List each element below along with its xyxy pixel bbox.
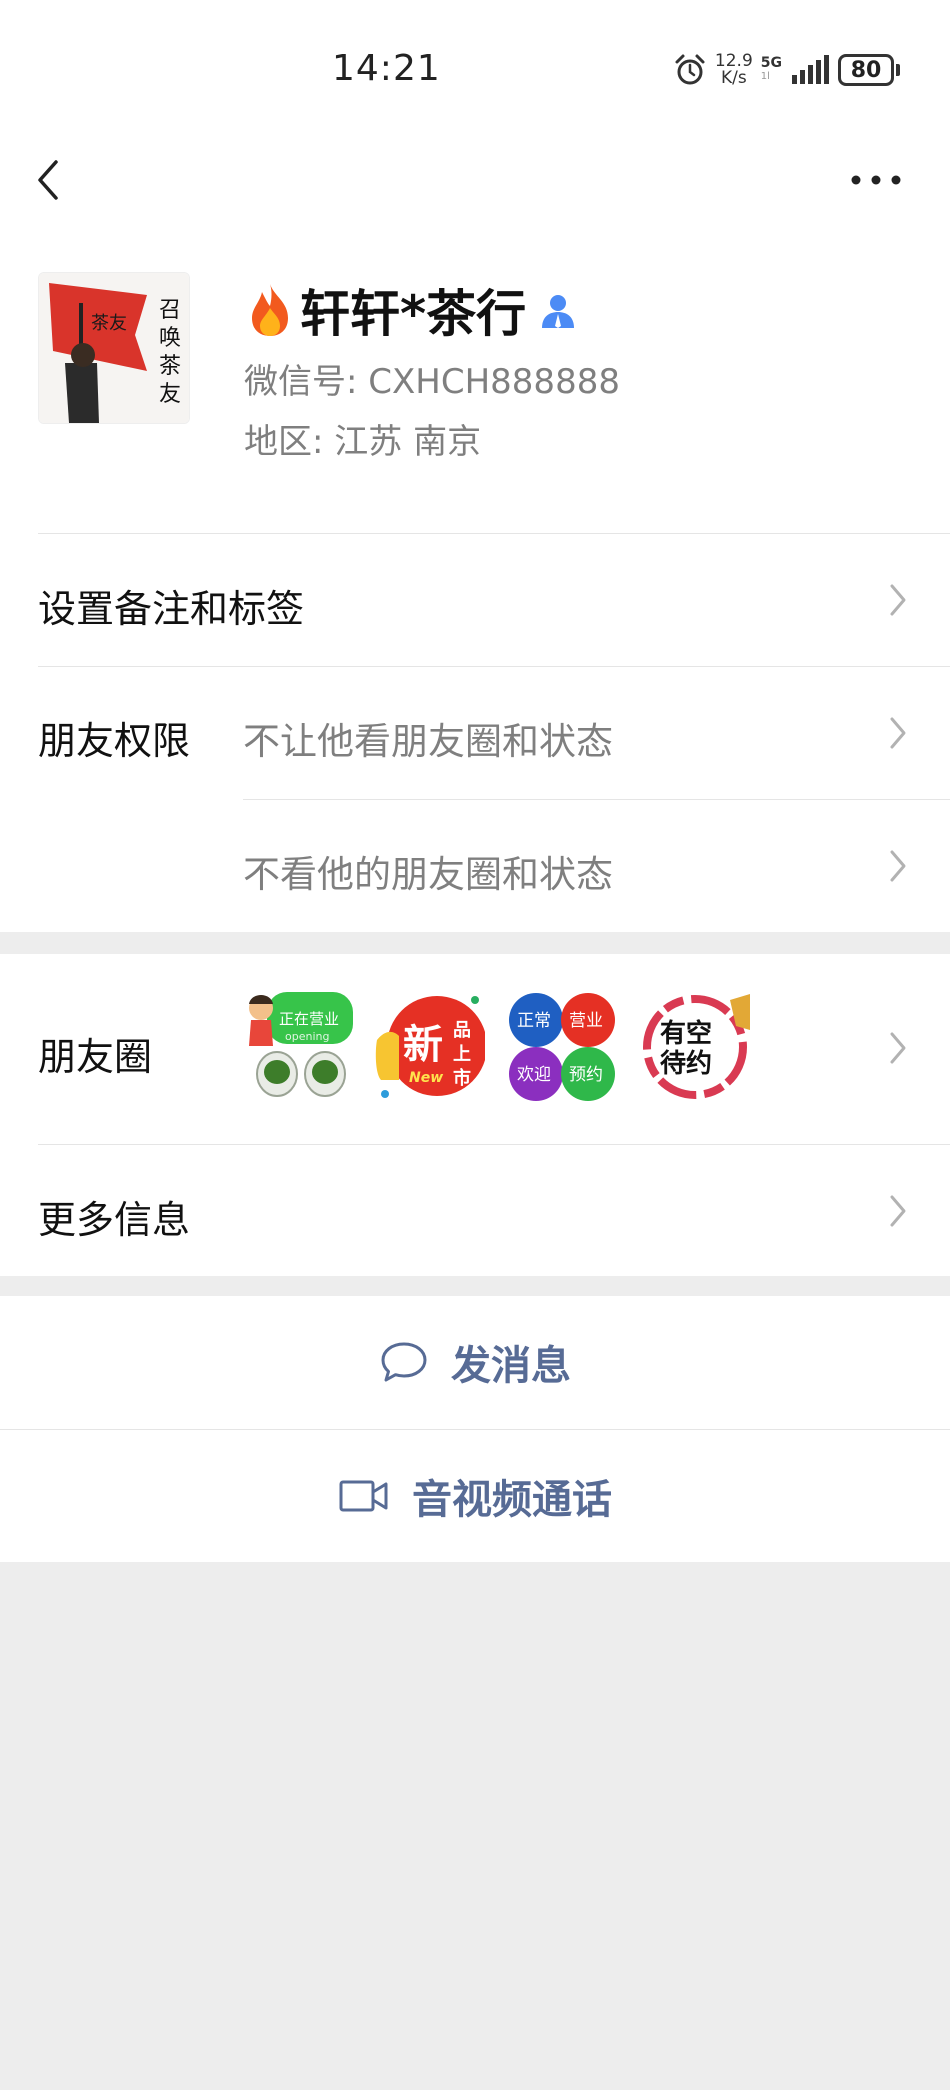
- status-time: 14:21: [332, 48, 441, 89]
- profile-name: 轩轩*茶行: [300, 285, 527, 343]
- remark-tag-label: 设置备注和标签: [38, 587, 305, 631]
- more-dots-icon[interactable]: [846, 160, 906, 200]
- send-message-label: 发消息: [451, 1343, 571, 1389]
- avatar[interactable]: 茶友 召 唤 茶 友: [38, 272, 190, 424]
- chevron-right-icon: [890, 584, 906, 616]
- chat-bubble-icon: [381, 1342, 427, 1382]
- permission-hide-my-moments-label: 不让他看朋友圈和状态: [243, 720, 613, 763]
- signal-icon: [792, 55, 829, 84]
- moment-new-product-char-2: 上: [453, 1044, 471, 1065]
- net-speed-unit: K/s: [720, 68, 747, 88]
- remark-tag-row[interactable]: 设置备注和标签: [0, 534, 950, 666]
- chevron-left-icon[interactable]: [28, 150, 68, 210]
- permission-hide-my-moments-row[interactable]: 不让他看朋友圈和状态: [243, 667, 950, 799]
- avatar-flag-text: 茶友: [91, 313, 127, 334]
- status-icons: 12.9 K/s 5G 1l 80: [673, 50, 900, 90]
- moment-business-welcome[interactable]: 正常 营业 欢迎 预约: [507, 990, 617, 1104]
- network-type-label: 5G: [760, 55, 782, 71]
- chevron-right-icon: [890, 850, 906, 882]
- chevron-right-icon: [890, 1032, 906, 1064]
- moment-new-product-new: New: [409, 1070, 443, 1086]
- avatar-side-char-2: 唤: [159, 326, 181, 351]
- region: 地区: 江苏 南京: [244, 422, 482, 462]
- person-icon: [542, 295, 575, 328]
- video-camera-icon: [339, 1480, 388, 1512]
- battery-level: 80: [838, 54, 894, 86]
- moment-new-product[interactable]: 新 品 上 市 New: [375, 990, 485, 1104]
- network-sub-label: 1l: [760, 71, 770, 82]
- moment-new-product-char-1: 品: [453, 1020, 471, 1041]
- wechat-id: 微信号: CXHCH888888: [244, 362, 620, 402]
- battery-cap: [896, 64, 900, 76]
- more-info-row[interactable]: 更多信息: [0, 1145, 950, 1276]
- video-call-button[interactable]: 音视频通话: [0, 1430, 950, 1562]
- moment-business-welcome-text-1: 正常: [517, 1011, 551, 1031]
- moment-available-text-1: 有空: [660, 1018, 712, 1049]
- status-bar: 14:21 12.9 K/s 5G 1l 80: [0, 0, 950, 130]
- moment-available[interactable]: 有空 待约: [640, 990, 750, 1104]
- chevron-right-icon: [890, 717, 906, 749]
- profile-name-row: 轩轩*茶行: [244, 278, 578, 343]
- moment-open-business-subtext: opening: [285, 1030, 329, 1043]
- permissions-label: 朋友权限: [38, 719, 191, 763]
- permission-hide-their-moments-row[interactable]: 不看他的朋友圈和状态: [243, 800, 950, 932]
- send-message-button[interactable]: 发消息: [0, 1296, 950, 1428]
- fire-icon: [252, 284, 288, 336]
- net-speed: 12.9 K/s: [715, 53, 753, 87]
- avatar-side-char-4: 友: [159, 382, 181, 407]
- video-call-label: 音视频通话: [412, 1477, 612, 1523]
- avatar-side-char-3: 茶: [159, 354, 181, 379]
- alarm-icon: [675, 54, 705, 85]
- battery-icon: 80: [838, 54, 900, 86]
- permission-hide-their-moments-label: 不看他的朋友圈和状态: [243, 853, 613, 896]
- page: 14:21 12.9 K/s 5G 1l 80 茶友 召 唤 茶 友 轩轩*茶行…: [0, 0, 950, 1562]
- chevron-right-icon: [890, 1195, 906, 1227]
- moment-available-text-2: 待约: [660, 1048, 712, 1079]
- moment-open-business[interactable]: 正在营业 opening: [245, 990, 355, 1104]
- moment-new-product-char-3: 市: [453, 1067, 471, 1089]
- network-type: 5G 1l: [761, 56, 782, 84]
- moment-open-business-text: 正在营业: [279, 1010, 339, 1028]
- moments-label: 朋友圈: [38, 1035, 153, 1079]
- moment-business-welcome-text-4: 预约: [569, 1065, 603, 1085]
- avatar-side-char-1: 召: [159, 298, 181, 323]
- moment-business-welcome-text-2: 营业: [569, 1011, 603, 1031]
- avatar-image: 茶友 召 唤 茶 友: [39, 273, 189, 423]
- moment-new-product-main: 新: [403, 1022, 443, 1068]
- moment-business-welcome-text-3: 欢迎: [517, 1065, 551, 1085]
- more-info-label: 更多信息: [38, 1198, 191, 1242]
